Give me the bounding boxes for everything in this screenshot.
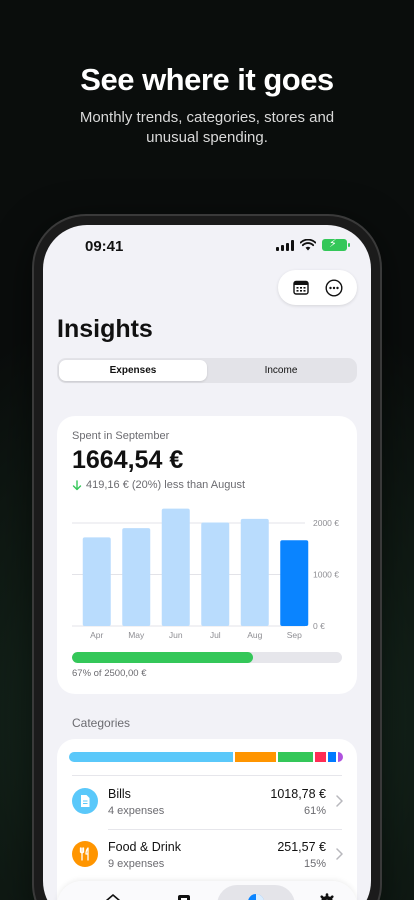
budget-label: 67% of 2500,00 €	[72, 668, 147, 679]
divider	[108, 829, 342, 830]
category-percent: 15%	[303, 858, 326, 870]
category-row-food-drink[interactable]: Food & Drink 9 expenses 251,57 € 15%	[57, 832, 357, 878]
categories-title: Categories	[72, 716, 131, 730]
page-title: Insights	[57, 315, 153, 343]
segment-income[interactable]: Income	[207, 360, 355, 381]
more-button[interactable]	[321, 275, 347, 301]
category-amount: 1018,78 €	[270, 787, 326, 801]
more-icon	[325, 278, 343, 297]
signal-icon	[276, 239, 294, 251]
chart-y-tick-label: 1000 €	[313, 570, 339, 580]
category-name: Food & Drink	[108, 840, 181, 854]
segmented-control: Expenses Income	[57, 358, 357, 383]
category-row-bills[interactable]: Bills 4 expenses 1018,78 € 61%	[57, 779, 357, 825]
chart-y-tick-label: 2000 €	[313, 518, 339, 528]
calendar-button[interactable]	[288, 275, 314, 301]
gear-icon	[320, 893, 334, 900]
document-icon	[72, 788, 98, 814]
spending-card: Spent in September 1664,54 € 419,16 € (2…	[57, 416, 357, 694]
wifi-icon	[300, 239, 316, 251]
chart-x-tick-label: Apr	[90, 630, 103, 640]
chart-x-tick-label: Sep	[287, 630, 302, 640]
status-time: 09:41	[85, 238, 124, 255]
category-name: Bills	[108, 787, 131, 801]
tab-insights[interactable]	[217, 885, 295, 900]
chart-x-tick-label: May	[128, 630, 145, 640]
category-breakdown-segment	[277, 752, 313, 762]
home-icon	[105, 894, 121, 900]
chart-x-tick-label: Jun	[169, 630, 183, 640]
tab-bar	[57, 881, 357, 900]
categories-card: Bills 4 expenses 1018,78 € 61% Food & Dr…	[57, 739, 357, 900]
pie-chart-icon	[248, 894, 264, 900]
chevron-right-icon	[336, 795, 343, 807]
chart-bar	[122, 528, 151, 626]
segment-expenses[interactable]: Expenses	[59, 360, 207, 381]
app-screen: 09:41 ⚡ Insights Expenses Income Spent i…	[43, 225, 371, 900]
promo-title: See where it goes	[80, 62, 334, 97]
spent-delta-text: 419,16 € (20%) less than August	[86, 479, 245, 491]
spent-delta: 419,16 € (20%) less than August	[72, 479, 245, 491]
budget-progress	[72, 652, 342, 663]
category-breakdown-segment	[337, 752, 343, 762]
wallet-icon	[178, 895, 190, 900]
battery-icon: ⚡	[322, 238, 350, 251]
spent-label: Spent in September	[72, 430, 170, 442]
chart-bar	[82, 537, 111, 626]
tab-wallet[interactable]	[154, 885, 214, 900]
chart-bar	[280, 540, 309, 626]
category-breakdown-segment	[69, 752, 234, 762]
chart-x-tick-label: Jul	[210, 630, 221, 640]
calendar-icon	[293, 280, 309, 295]
chart-x-tick-label: Aug	[247, 630, 262, 640]
category-breakdown-bar	[69, 752, 343, 762]
category-count: 9 expenses	[108, 858, 165, 870]
chevron-right-icon	[336, 848, 343, 860]
arrow-down-icon	[72, 479, 82, 490]
tab-settings[interactable]	[297, 885, 357, 900]
chart-bar	[161, 508, 190, 626]
category-breakdown-segment	[235, 752, 276, 762]
promo-subtitle: Monthly trends, categories, stores and u…	[79, 109, 335, 146]
budget-progress-fill	[72, 652, 253, 663]
category-breakdown-segment	[314, 752, 326, 762]
chart-y-tick-label: 0 €	[313, 621, 325, 631]
spent-amount: 1664,54 €	[72, 446, 184, 474]
chart-bar	[240, 518, 269, 626]
fork-knife-icon	[72, 841, 98, 867]
toolbar-pill	[278, 270, 357, 305]
divider	[72, 775, 342, 776]
category-amount: 251,57 €	[277, 840, 326, 854]
status-icons: ⚡	[276, 238, 350, 251]
tab-home[interactable]	[83, 885, 143, 900]
monthly-bar-chart: 2000 € 1000 € 0 € Apr May Jun Jul Aug Sep	[72, 508, 339, 640]
chart-bar	[201, 522, 230, 626]
category-percent: 61%	[303, 805, 326, 817]
category-count: 4 expenses	[108, 805, 165, 817]
category-breakdown-segment	[327, 752, 336, 762]
